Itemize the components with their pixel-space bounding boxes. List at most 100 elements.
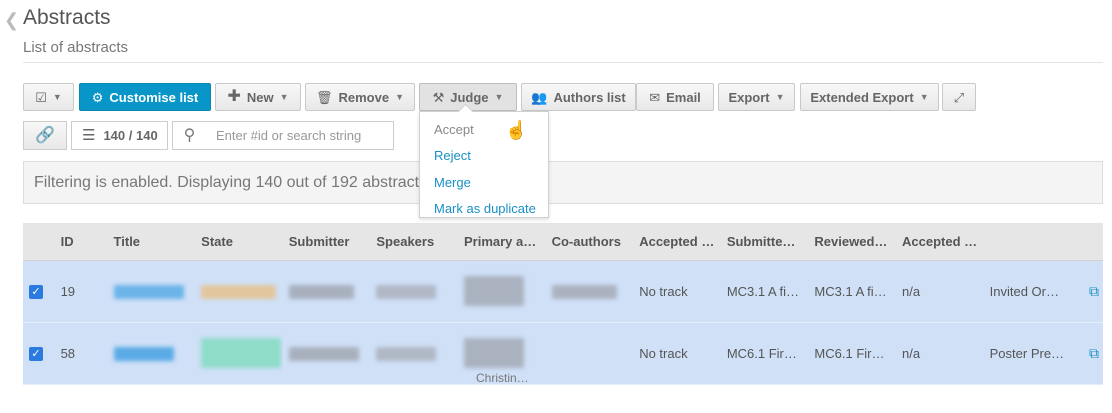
submitted-track-cell: MC3.1 A fi… [720,260,809,323]
accepted-type-cell: n/a [896,260,984,323]
redacted-title [113,284,184,299]
email-label: Email [666,89,701,105]
primary-author-partial: Christin… [475,370,529,384]
column-header[interactable]: Reviewed… [808,223,897,261]
judge-dropdown-menu: Accept Reject Merge Mark as duplicate [419,111,549,218]
users-icon: 👥 [531,89,548,105]
expand-button[interactable]: ⤢ [942,83,976,111]
chevron-down-icon: ▼ [919,92,929,102]
title-divider [23,62,1103,63]
result-count-label: 140 / 140 [103,128,158,143]
new-button[interactable]: ✚ New ▼ [215,83,301,111]
column-header[interactable]: Accepted … [633,223,721,261]
menu-item-merge[interactable]: Merge [420,169,548,196]
gavel-icon: ⚒ [432,89,445,105]
customise-list-button[interactable]: ⚙ Customise list [79,83,211,111]
column-header[interactable]: Speakers [370,223,458,261]
submitter-cell-redacted [282,322,371,385]
column-header[interactable]: Title [107,223,196,261]
submitted-type-label: Invited Or… [989,283,1059,299]
search-icon-box: ⚲ [172,121,207,150]
submitted-track-cell: MC6.1 Fir… [720,322,809,385]
filter-message: Filtering is enabled. Displaying 140 out… [23,161,1103,204]
redacted-state [201,338,282,368]
authors-list-button[interactable]: 👥 Authors list [521,83,636,111]
checkbox-checked-icon[interactable]: ✓ [29,285,43,299]
remove-label: Remove [338,89,390,105]
title-cell-redacted[interactable] [107,260,196,323]
row-checkbox-cell[interactable]: ✓ [23,322,55,385]
trash-icon: 🗑 [315,89,333,105]
customise-list-label: Customise list [109,89,199,105]
state-cell-redacted [195,322,283,385]
redacted-primary-author [463,338,524,368]
column-header[interactable]: Co-authors [545,223,634,261]
submitted-type-cell: Invited Or… ⧉ [983,260,1103,323]
extended-export-button[interactable]: Extended Export ▼ [800,83,939,111]
redacted-primary-author [463,276,524,306]
menu-item-reject[interactable]: Reject [420,143,548,170]
chevron-down-icon: ▼ [52,92,62,102]
coauthors-cell-redacted [545,260,634,323]
chevron-down-icon: ▼ [279,92,289,102]
accepted-track-cell: No track [633,322,721,385]
extended-export-label: Extended Export [810,89,914,105]
speakers-cell-redacted [370,322,458,385]
id-cell: 58 [54,322,108,385]
plus-icon: ✚ [227,88,241,105]
column-header-actions [983,223,1103,261]
result-count[interactable]: ☰ 140 / 140 [71,121,168,150]
abstracts-table: ID Title State Submitter Speakers Primar… [23,223,1103,385]
table-row[interactable]: ✓ 58 Christin… No track MC6.1 Fir… MC6.1… [23,322,1103,385]
table-row[interactable]: ✓ 19 No track MC3.1 A fi… MC3.1 A fi… n/… [23,260,1103,323]
reviewed-track-cell: MC3.1 A fi… [808,260,897,323]
chevron-down-icon: ▼ [395,92,404,102]
remove-button[interactable]: 🗑 Remove ▼ [305,83,415,111]
title-cell-redacted[interactable] [107,322,196,385]
expand-icon: ⤢ [953,89,965,105]
list-icon: ☰ [82,127,96,144]
menu-item-accept[interactable]: Accept [420,116,548,143]
page-title: Abstracts [23,6,111,29]
column-header[interactable]: Submitte… [720,223,809,261]
menu-item-mark-duplicate[interactable]: Mark as duplicate [420,196,548,223]
link-icon: 🔗 [35,126,55,144]
page-subtitle: List of abstracts [23,39,129,56]
column-header[interactable]: Accepted … [896,223,984,261]
copy-icon[interactable]: ⧉ [1089,345,1099,362]
export-button[interactable]: Export ▼ [718,83,795,111]
accepted-type-cell: n/a [896,322,984,385]
row-checkbox-cell[interactable]: ✓ [23,260,55,323]
column-header[interactable]: State [195,223,283,261]
permalink-button[interactable]: 🔗 [23,121,67,150]
submitted-type-cell: Poster Pre… ⧉ [983,322,1103,385]
primary-author-cell: Christin… [457,322,546,385]
checkbox-checked-icon[interactable]: ✓ [29,347,43,361]
redacted-coauthors [551,284,617,299]
column-header[interactable]: ID [54,223,108,261]
select-all-button[interactable]: ☑ ▼ [23,83,74,111]
gear-icon: ⚙ [91,89,104,105]
redacted-speakers [376,346,437,361]
chevron-down-icon: ▼ [494,92,504,102]
coauthors-cell [545,322,634,385]
redacted-submitter [288,346,359,361]
redacted-speakers [376,284,437,299]
authors-list-label: Authors list [553,89,626,105]
search-input[interactable] [206,121,394,150]
redacted-state [201,284,277,299]
export-label: Export [728,89,770,105]
judge-label: Judge [450,89,489,105]
hand-cursor-icon: ☝ [505,120,528,140]
column-header[interactable]: Primary a… [457,223,546,261]
back-chevron-icon[interactable]: ❮ [4,10,19,31]
email-button[interactable]: ✉ Email [636,83,714,111]
accepted-track-cell: No track [633,260,721,323]
search-icon: ⚲ [183,126,196,144]
column-header[interactable]: Submitter [282,223,371,261]
state-cell-redacted [195,260,283,323]
copy-icon[interactable]: ⧉ [1089,283,1099,300]
submitted-type-label: Poster Pre… [989,345,1065,361]
primary-author-cell-redacted [457,260,546,323]
redacted-title [113,346,174,361]
